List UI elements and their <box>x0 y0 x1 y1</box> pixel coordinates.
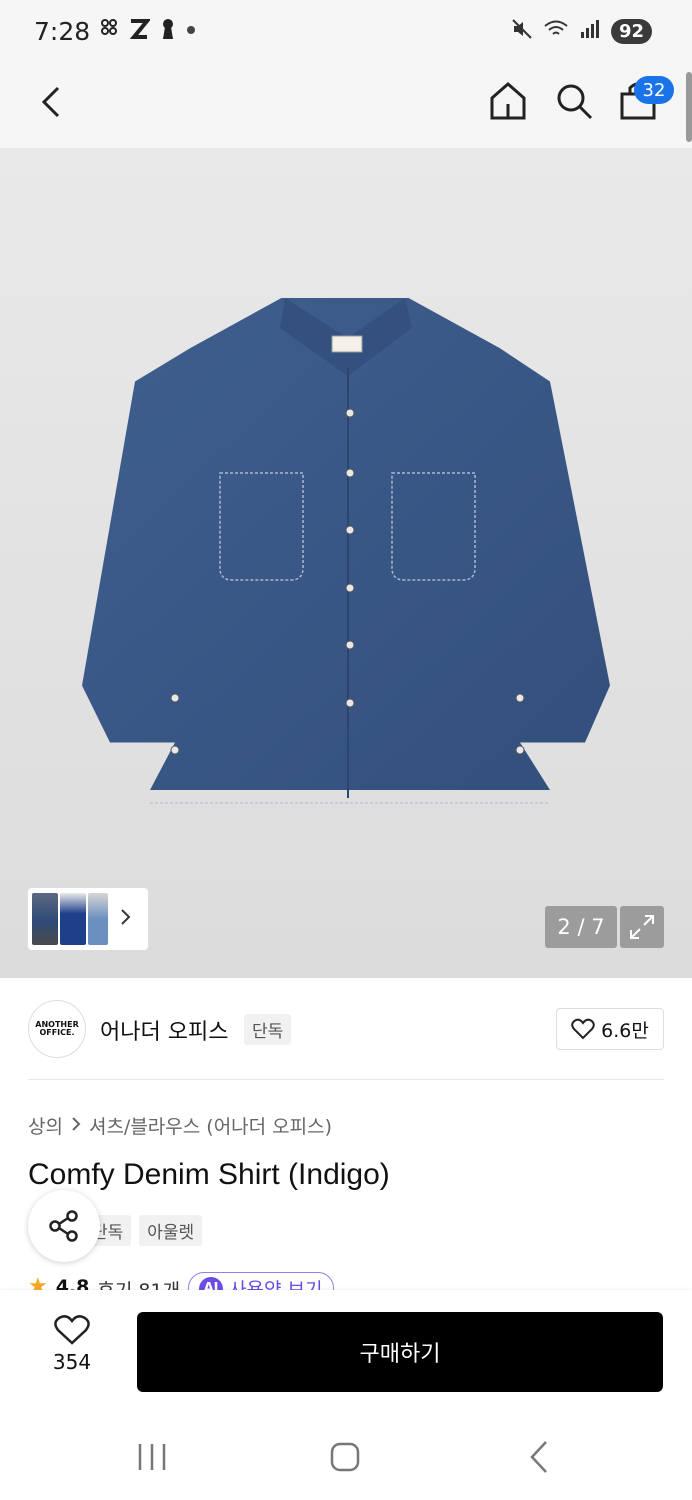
brand-name[interactable]: 어나더 오피스 <box>100 1014 228 1046</box>
image-page-indicator: 2 / 7 <box>545 906 617 948</box>
ai-summary-button[interactable]: AI 사용약 보기 <box>188 1272 334 1292</box>
status-bar: 7:28 92 <box>0 0 692 66</box>
search-icon <box>557 84 593 120</box>
scrollbar[interactable] <box>686 72 692 142</box>
product-image <box>82 298 610 804</box>
breadcrumb-subcategory[interactable]: 셔츠/블라우스 (어나더 오피스) <box>89 1112 332 1139</box>
status-left-icons <box>100 18 196 45</box>
home-nav-button[interactable] <box>330 1442 360 1472</box>
chevron-right-icon <box>71 1115 81 1137</box>
expand-button[interactable] <box>620 906 664 948</box>
wishlist-count: 354 <box>52 1350 92 1374</box>
brand-logo-line2: OFFICE. <box>39 1028 75 1037</box>
brand-like-button[interactable]: 6.6만 <box>556 1008 664 1050</box>
search-button[interactable] <box>554 80 594 122</box>
share-button[interactable] <box>28 1190 100 1262</box>
wishlist-button[interactable]: 354 <box>36 1314 108 1386</box>
system-nav-bar <box>0 1410 692 1500</box>
breadcrumb: 상의 셔츠/블라우스 (어나더 오피스) <box>28 1112 332 1139</box>
grid-icon <box>100 18 118 45</box>
thumbnail-strip[interactable] <box>28 888 148 950</box>
brand-logo[interactable]: ANOTHER OFFICE. <box>28 1000 86 1058</box>
mute-icon <box>511 18 533 44</box>
rating-row[interactable]: ★ 4.8 후기 81개 AI 사용약 보기 <box>28 1272 334 1292</box>
home-icon <box>490 82 526 120</box>
product-image-gallery[interactable]: 2 / 7 <box>0 148 692 978</box>
battery-indicator: 92 <box>610 18 652 44</box>
heart-icon <box>54 1315 90 1345</box>
signal-icon <box>579 18 601 44</box>
breadcrumb-category[interactable]: 상의 <box>28 1112 63 1139</box>
status-right-icons: 92 <box>511 18 652 44</box>
recent-apps-icon <box>138 1444 166 1470</box>
purchase-bar: 354 구매하기 <box>0 1290 692 1410</box>
status-time: 7:28 <box>34 17 91 46</box>
brand-row[interactable]: ANOTHER OFFICE. 어나더 오피스 단독 6.6만 <box>28 998 664 1062</box>
product-tags: 단독 아울렛 <box>84 1215 203 1246</box>
tag-outlet: 아울렛 <box>139 1215 203 1246</box>
exclusive-badge: 단독 <box>244 1014 292 1045</box>
heart-icon <box>571 1018 595 1040</box>
thumbnail-image[interactable] <box>88 893 108 945</box>
z-icon <box>128 18 152 45</box>
back-nav-icon <box>530 1441 547 1473</box>
keyhole-icon <box>160 18 176 45</box>
top-nav: 32 <box>0 66 692 148</box>
wifi-icon <box>543 18 569 44</box>
back-nav-button[interactable] <box>526 1440 552 1474</box>
home-nav-icon <box>330 1442 360 1472</box>
divider <box>28 1079 664 1080</box>
home-button[interactable] <box>488 80 528 122</box>
chevron-right-icon[interactable] <box>120 908 132 931</box>
share-icon <box>49 1210 78 1242</box>
expand-icon <box>630 915 654 939</box>
thumbnail-image[interactable] <box>60 893 86 945</box>
brand-like-count: 6.6만 <box>601 1019 649 1042</box>
dot-icon <box>186 18 196 45</box>
recent-apps-button[interactable] <box>136 1442 168 1472</box>
back-button[interactable] <box>34 82 70 122</box>
product-title: Comfy Denim Shirt (Indigo) <box>28 1158 390 1191</box>
buy-button[interactable]: 구매하기 <box>137 1312 663 1392</box>
cart-count-badge: 32 <box>634 76 674 104</box>
chevron-left-icon <box>41 86 60 118</box>
thumbnail-image[interactable] <box>32 893 58 945</box>
